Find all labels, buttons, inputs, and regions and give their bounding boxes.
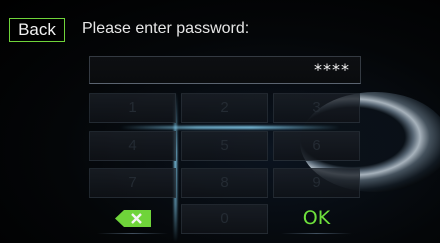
key-5[interactable]: 5 (181, 131, 268, 161)
password-screen: Back Please enter password: **** 1 2 3 4… (0, 0, 440, 243)
backspace-x-icon (115, 210, 151, 227)
key-6[interactable]: 6 (273, 131, 360, 161)
key-underline (97, 233, 168, 234)
back-button[interactable]: Back (9, 18, 65, 42)
key-8[interactable]: 8 (181, 168, 268, 198)
ok-button[interactable]: OK (273, 204, 360, 234)
key-2[interactable]: 2 (181, 93, 268, 123)
key-0[interactable]: 0 (181, 204, 268, 234)
key-3[interactable]: 3 (273, 93, 360, 123)
password-field[interactable]: **** (89, 56, 361, 84)
key-underline (281, 233, 352, 234)
light-streak-horizontal (120, 126, 340, 129)
key-7[interactable]: 7 (89, 168, 176, 198)
key-4[interactable]: 4 (89, 131, 176, 161)
ok-label: OK (302, 207, 331, 229)
delete-button[interactable] (89, 204, 176, 234)
key-9[interactable]: 9 (273, 168, 360, 198)
key-1[interactable]: 1 (89, 93, 176, 123)
page-title: Please enter password: (82, 20, 250, 37)
